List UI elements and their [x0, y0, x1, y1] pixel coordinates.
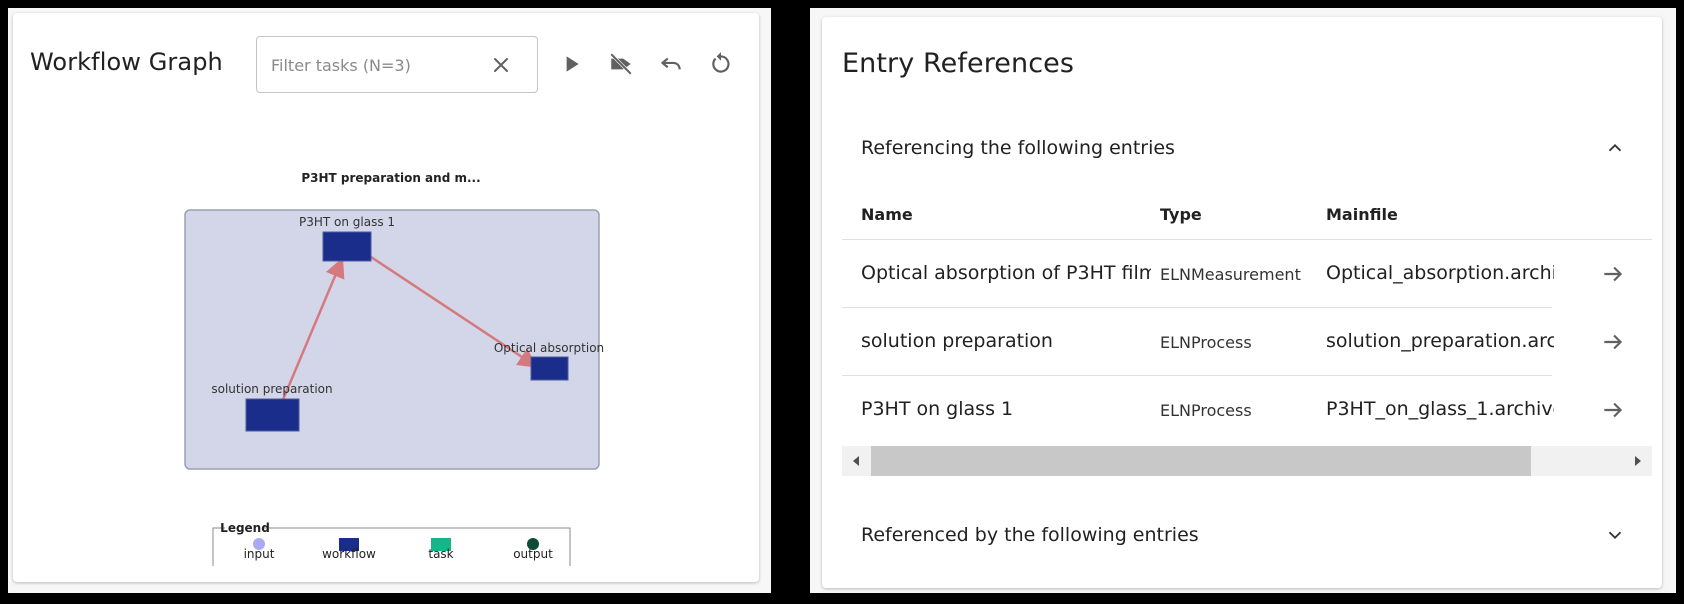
table-row[interactable]: P3HT on glass 1 ELNProcess P3HT_on_glass… [842, 376, 1554, 444]
row-type: ELNProcess [1160, 333, 1252, 352]
column-header-name[interactable]: Name [861, 205, 913, 224]
column-header-mainfile[interactable]: Mainfile [1326, 205, 1398, 224]
node-label-optical: Optical absorption [494, 341, 604, 355]
row-name: solution preparation [861, 330, 1053, 352]
scroll-left-icon[interactable] [849, 454, 863, 468]
horizontal-scrollbar[interactable] [842, 446, 1652, 476]
references-title: Entry References [842, 48, 1075, 79]
row-mainfile: solution_preparation.archive.json [1326, 330, 1554, 352]
references-panel: Entry References Referencing the followi… [810, 8, 1676, 593]
arrow-right-icon[interactable] [1600, 397, 1626, 423]
workflow-panel: Workflow Graph P3HT preparation and m... [8, 8, 771, 593]
scrollbar-thumb[interactable] [871, 446, 1531, 476]
scroll-right-icon[interactable] [1631, 454, 1645, 468]
row-mainfile: P3HT_on_glass_1.archive.json [1326, 398, 1554, 420]
row-type: ELNProcess [1160, 401, 1252, 420]
referencing-section-header[interactable]: Referencing the following entries [842, 127, 1642, 167]
workflow-card: Workflow Graph P3HT preparation and m... [13, 13, 759, 582]
row-name: Optical absorption of P3HT films [861, 262, 1151, 284]
row-name: P3HT on glass 1 [861, 398, 1014, 420]
referenced-by-section-label: Referenced by the following entries [861, 524, 1199, 546]
chevron-down-icon[interactable] [1604, 524, 1626, 546]
legend-workflow-label: workflow [322, 547, 376, 561]
row-type: ELNMeasurement [1160, 265, 1301, 284]
node-optical-absorption [530, 356, 569, 381]
referencing-section-label: Referencing the following entries [861, 137, 1175, 159]
legend-task-label: task [428, 547, 453, 561]
workflow-graph[interactable]: P3HT preparation and m... P3HT on glass … [13, 13, 759, 582]
chevron-up-icon[interactable] [1604, 137, 1626, 159]
referenced-by-section-header[interactable]: Referenced by the following entries [842, 514, 1642, 554]
node-label-solution: solution preparation [211, 382, 332, 396]
legend-output-label: output [513, 547, 553, 561]
legend-title: Legend [220, 521, 270, 535]
references-card: Entry References Referencing the followi… [822, 17, 1662, 588]
table-row[interactable]: Optical absorption of P3HT films ELNMeas… [842, 240, 1554, 308]
legend-input-label: input [244, 547, 275, 561]
row-mainfile: Optical_absorption.archive.json [1326, 262, 1554, 284]
group-title: P3HT preparation and m... [301, 171, 480, 185]
node-solution-preparation [245, 398, 300, 432]
arrow-right-icon[interactable] [1600, 329, 1626, 355]
arrow-right-icon[interactable] [1600, 261, 1626, 287]
node-p3ht-on-glass [322, 231, 372, 262]
column-header-type[interactable]: Type [1160, 205, 1202, 224]
node-label-p3ht: P3HT on glass 1 [299, 215, 395, 229]
table-row[interactable]: solution preparation ELNProcess solution… [842, 308, 1554, 376]
